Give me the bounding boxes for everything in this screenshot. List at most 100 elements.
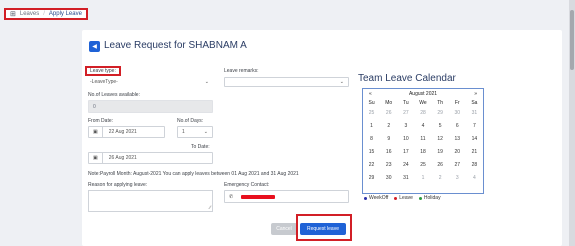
chevron-down-icon: ⌄ [204, 79, 209, 85]
calendar-day[interactable]: 14 [466, 133, 483, 146]
weekday-header: Th [437, 100, 444, 106]
legend-dot-icon [418, 196, 422, 200]
calendar-day[interactable]: 21 [466, 146, 483, 159]
weekday-header: We [419, 100, 427, 106]
legend-item: WeekOff [364, 195, 388, 201]
calendar-day[interactable]: 25 [363, 107, 380, 120]
weekday-header: Fr [454, 100, 460, 106]
calendar-day[interactable]: 31 [466, 107, 483, 120]
calendar-icon: ▣ [93, 155, 98, 161]
phone-icon: ✆ [229, 193, 234, 200]
next-month-button[interactable]: » [474, 91, 477, 97]
calendar-day[interactable]: 15 [363, 146, 380, 159]
reason-label: Reason for applying leave: [88, 182, 148, 188]
calendar-day[interactable]: 28 [414, 107, 431, 120]
leaves-available-value: 0 [93, 103, 96, 110]
page-title: Leave Request for SHABNAM A [104, 40, 247, 51]
calendar-day[interactable]: 2 [432, 172, 449, 185]
calendar-day[interactable]: 10 [397, 133, 414, 146]
calendar-day[interactable]: 2 [380, 120, 397, 133]
request-leave-button[interactable]: Request leave [300, 223, 346, 235]
from-date-label: From Date: [88, 118, 114, 124]
calendar-day[interactable]: 31 [397, 172, 414, 185]
from-date-input[interactable]: ▣ 22 Aug 2021 [88, 126, 165, 138]
weekday-header: Su [368, 100, 375, 106]
calendar-day[interactable]: 18 [414, 146, 431, 159]
legend-label: WeekOff [369, 195, 389, 201]
chevron-down-icon: ⌄ [339, 79, 344, 85]
back-button[interactable]: ◀ [89, 41, 100, 52]
calendar-day[interactable]: 4 [466, 172, 483, 185]
no-of-days-label: No.of Days: [177, 118, 204, 124]
chevron-down-icon: ⌄ [203, 129, 208, 135]
scrollbar-thumb[interactable] [570, 10, 574, 70]
calendar-day[interactable]: 30 [380, 172, 397, 185]
grid-icon[interactable]: ⊞ [10, 10, 16, 18]
calendar-day[interactable]: 22 [363, 159, 380, 172]
leave-type-select[interactable]: -LeaveType- ⌄ [88, 77, 213, 87]
calendar-day[interactable]: 7 [466, 120, 483, 133]
calendar-icon: ▣ [93, 129, 98, 135]
calendar-day[interactable]: 28 [466, 159, 483, 172]
calendar-day[interactable]: 16 [380, 146, 397, 159]
calendar-grid: Su Mo Tu We Th Fr Sa 25 26 27 28 29 30 31 1 2 3 4 5 6 7 8 9 10 1… [363, 99, 483, 185]
emergency-contact-label: Emergency Contact: [224, 182, 270, 188]
calendar-day[interactable]: 23 [380, 159, 397, 172]
legend-label: Holiday [423, 195, 441, 201]
calendar-day[interactable]: 3 [397, 120, 414, 133]
to-date-label: To Date: [191, 144, 210, 150]
resize-grip-icon[interactable]: ∕∕ [209, 205, 211, 211]
calendar-day[interactable]: 4 [414, 120, 431, 133]
calendar-day[interactable]: 19 [432, 146, 449, 159]
calendar-day[interactable]: 6 [449, 120, 466, 133]
calendar-day[interactable]: 27 [397, 107, 414, 120]
payroll-note: Note:Payroll Month: August-2021 You can … [88, 171, 299, 177]
prev-month-button[interactable]: « [369, 91, 372, 97]
leave-remarks-select[interactable]: ⌄ [224, 77, 349, 87]
weekday-header: Sa [471, 100, 478, 106]
legend-dot-icon [364, 196, 367, 200]
leave-remarks-label: Leave remarks: [224, 68, 259, 74]
calendar-day[interactable]: 11 [414, 133, 431, 146]
calendar-month: August 2021 [408, 91, 438, 97]
calendar-day[interactable]: 29 [432, 107, 449, 120]
reason-textarea[interactable]: ∕∕ [88, 190, 213, 212]
calendar-day[interactable]: 5 [432, 120, 449, 133]
legend-dot-icon [394, 196, 398, 200]
breadcrumb-leaves[interactable]: Leaves [20, 11, 39, 17]
calendar-day[interactable]: 26 [432, 159, 449, 172]
calendar-day[interactable]: 9 [380, 133, 397, 146]
calendar-day[interactable]: 24 [397, 159, 414, 172]
calendar-legend: WeekOff Leave Holiday [364, 195, 441, 201]
team-calendar-title: Team Leave Calendar [358, 73, 456, 84]
calendar-day[interactable]: 26 [380, 107, 397, 120]
to-date-value: 26 Aug 2021 [108, 155, 137, 161]
cancel-button[interactable]: Cancel [271, 223, 297, 235]
calendar-day[interactable]: 25 [414, 159, 431, 172]
calendar-day[interactable]: 1 [363, 120, 380, 133]
calendar-day[interactable]: 27 [449, 159, 466, 172]
calendar-day[interactable]: 30 [449, 107, 466, 120]
calendar-day[interactable]: 3 [449, 172, 466, 185]
calendar-header: « August 2021 » [363, 89, 483, 99]
back-arrow-icon: ◀ [92, 44, 97, 50]
calendar-day[interactable]: 20 [449, 146, 466, 159]
no-of-days-select[interactable]: 1 ⌄ [177, 126, 213, 138]
leave-type-value: -LeaveType- [90, 79, 118, 85]
redacted-phone-number [241, 195, 275, 199]
legend-item: Leave [394, 195, 413, 201]
leaves-available-field: 0 [88, 100, 213, 113]
legend-label: Leave [399, 195, 413, 201]
to-date-input[interactable]: ▣ 26 Aug 2021 [88, 152, 213, 164]
calendar-day[interactable]: 17 [397, 146, 414, 159]
calendar-day[interactable]: 1 [414, 172, 431, 185]
weekday-header: Mo [385, 100, 393, 106]
calendar-day[interactable]: 13 [449, 133, 466, 146]
team-leave-calendar: « August 2021 » Su Mo Tu We Th Fr Sa 25 26 27 28 29… [362, 88, 484, 194]
page-scrollbar[interactable] [569, 0, 575, 246]
calendar-day[interactable]: 8 [363, 133, 380, 146]
leave-type-label: Leave type: [85, 66, 121, 76]
calendar-day[interactable]: 12 [432, 133, 449, 146]
calendar-day[interactable]: 29 [363, 172, 380, 185]
leaves-available-label: No.of Leaves available: [88, 92, 140, 98]
